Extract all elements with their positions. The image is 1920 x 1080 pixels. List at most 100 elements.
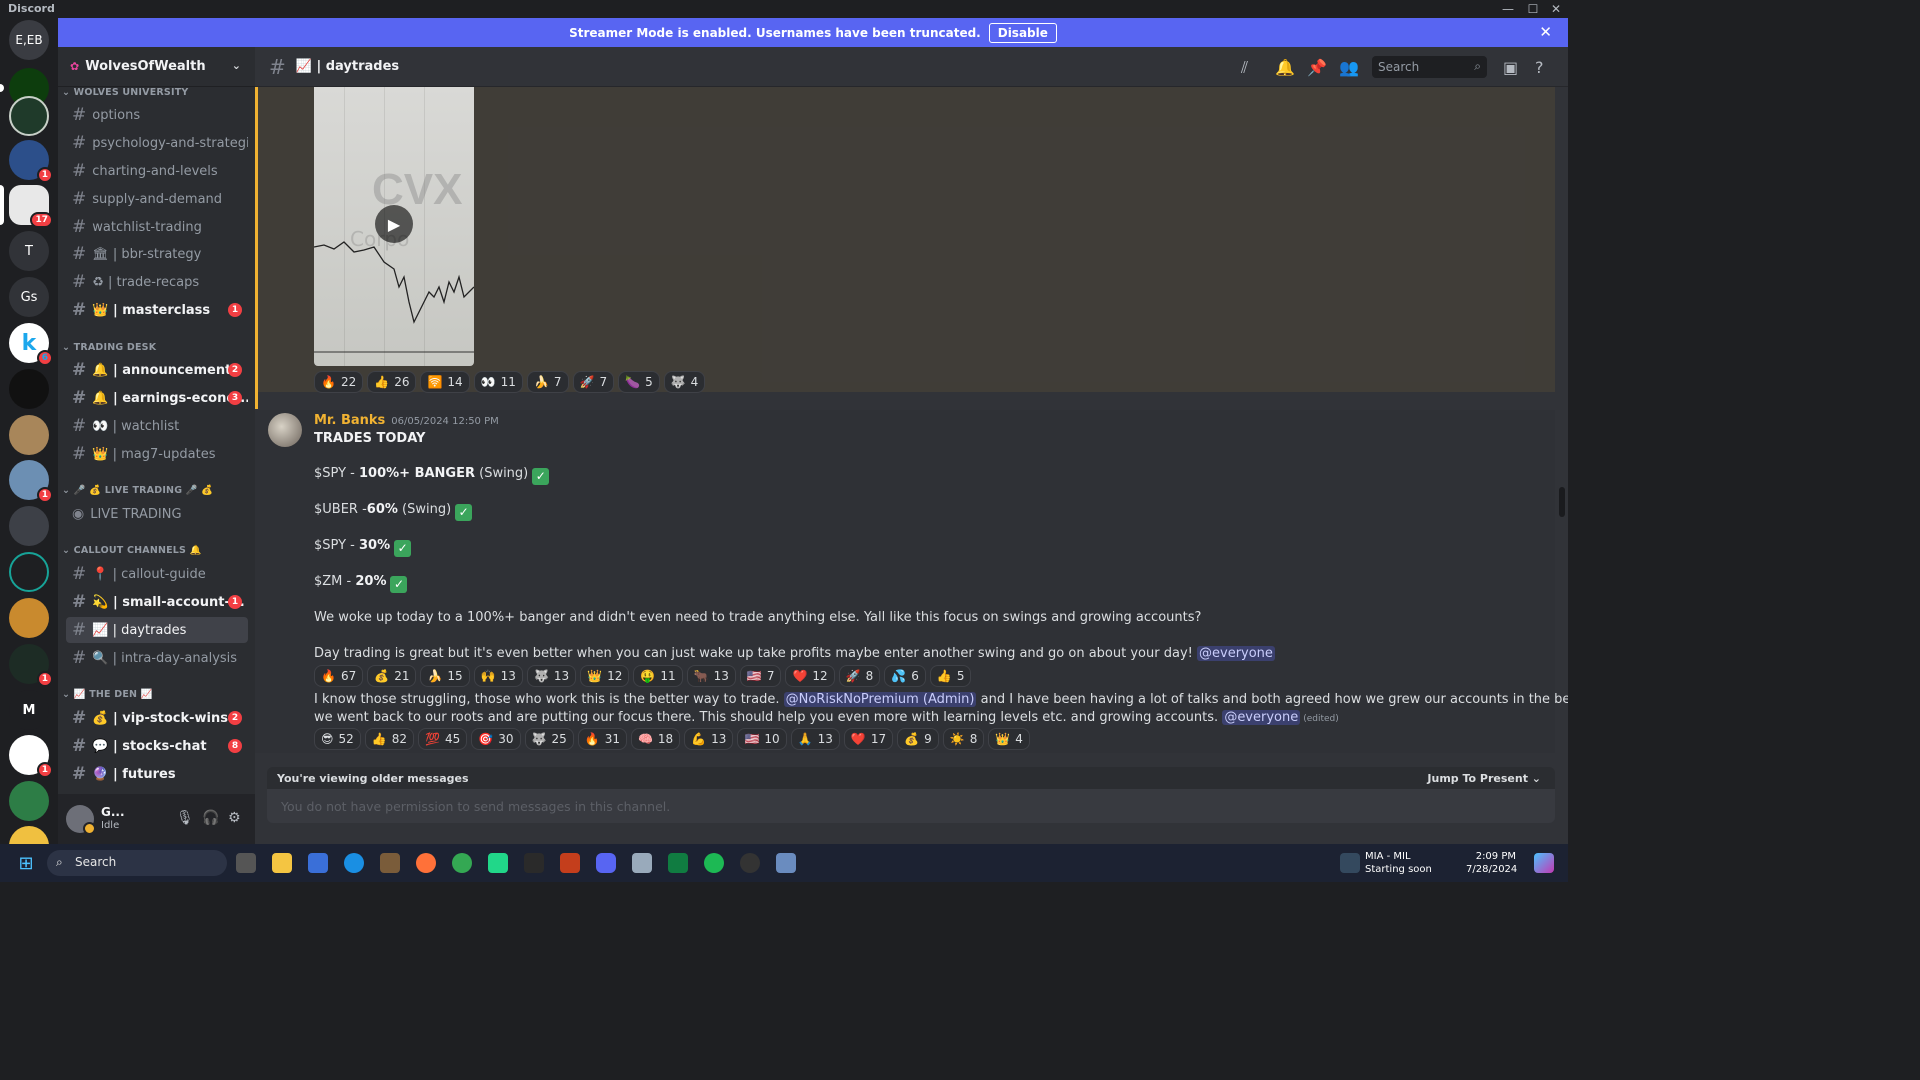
channel-vip-stock-wins[interactable]: # 💰 | vip-stock-wins 2	[66, 705, 248, 731]
reaction-button[interactable]: 🙏 13	[790, 728, 840, 750]
reaction-button[interactable]: 👍 26	[367, 371, 417, 393]
store-icon[interactable]	[308, 853, 328, 873]
reaction-button[interactable]: 🍌 7	[526, 371, 569, 393]
guild-header[interactable]: ✿ WolvesOfWealth ⌄	[58, 47, 255, 87]
inbox-icon[interactable]: ▣	[1503, 58, 1518, 77]
reaction-button[interactable]: ❤️ 12	[785, 665, 835, 687]
category-callout-channels[interactable]: ⌄ CALLOUT CHANNELS 🔔	[62, 545, 202, 556]
reaction-button[interactable]: 🔥 67	[314, 665, 364, 687]
reaction-button[interactable]: 🐺 13	[526, 665, 577, 687]
task-view-icon[interactable]	[236, 853, 256, 873]
reaction-button[interactable]: 💰 21	[367, 665, 417, 687]
server-icon[interactable]	[9, 552, 49, 592]
threads-icon[interactable]: ⫽	[1241, 58, 1248, 78]
members-icon[interactable]: 👥	[1339, 58, 1359, 77]
reaction-button[interactable]: 🧠 18	[630, 728, 681, 750]
snipping-tool-icon[interactable]	[632, 853, 652, 873]
reaction-button[interactable]: 🍆 5	[618, 371, 660, 393]
reaction-button[interactable]: 🚀 7	[572, 371, 615, 393]
spotify-icon[interactable]	[704, 853, 724, 873]
play-icon[interactable]: ▶	[375, 205, 413, 243]
excel-icon[interactable]	[668, 853, 688, 873]
reaction-button[interactable]: 🔥 22	[314, 371, 364, 393]
reaction-button[interactable]: 🔥 31	[577, 728, 627, 750]
message-author[interactable]: Mr. Banks 06/05/2024 12:50 PM	[314, 413, 499, 428]
everyone-mention[interactable]: @everyone	[1222, 710, 1301, 725]
server-icon[interactable]	[9, 598, 49, 638]
file-explorer-icon[interactable]	[272, 853, 292, 873]
server-icon[interactable]	[9, 415, 49, 455]
category-wolves-university[interactable]: ⌄ WOLVES UNIVERSITY	[62, 87, 188, 98]
avatar[interactable]	[66, 805, 96, 835]
reaction-button[interactable]: 🐺 25	[524, 728, 574, 750]
channel-callout-guide[interactable]: # 📍 | callout-guide	[66, 561, 248, 587]
channel-live-trading-stage[interactable]: ◉ LIVE TRADING	[66, 501, 248, 527]
reaction-button[interactable]: 🚀 8	[838, 665, 881, 687]
reaction-button[interactable]: 🐂 13	[686, 665, 736, 687]
channel-daytrades[interactable]: # 📈 | daytrades	[66, 617, 248, 643]
channel-psychology[interactable]: # psychology-and-strategi...	[66, 130, 248, 156]
server-icon[interactable]: 1	[9, 140, 53, 183]
reaction-button[interactable]: 🍌 15	[420, 665, 470, 687]
reaction-button[interactable]: 👑 12	[580, 665, 630, 687]
category-live-trading[interactable]: ⌄ 🎤 💰 LIVE TRADING 🎤 💰	[62, 485, 213, 496]
scrollbar[interactable]	[1559, 487, 1565, 517]
category-the-den[interactable]: ⌄ 📈 THE DEN 📈	[62, 689, 153, 700]
copilot-icon[interactable]	[1534, 853, 1554, 873]
channel-announcements[interactable]: # 🔔 | announcements 2	[66, 357, 248, 383]
channel-trade-recaps[interactable]: # ♻ | trade-recaps	[66, 269, 248, 295]
server-icon[interactable]: k6	[9, 323, 53, 366]
windows-start-icon[interactable]: ⊞	[16, 853, 36, 874]
reaction-button[interactable]: 💯 45	[418, 728, 468, 750]
disable-streamer-button[interactable]: Disable	[988, 22, 1057, 43]
reaction-button[interactable]: 💰 9	[897, 728, 939, 750]
channel-intraday-analysis[interactable]: # 🔍 | intra-day-analysis	[66, 645, 248, 671]
reaction-button[interactable]: 🎯 30	[471, 728, 521, 750]
channel-futures[interactable]: # 🔮 | futures	[66, 761, 248, 787]
close-window-button[interactable]: ✕	[1544, 0, 1568, 18]
reaction-button[interactable]: 🐺 4	[663, 371, 706, 393]
firefox-icon[interactable]	[416, 853, 436, 873]
reaction-button[interactable]: 😎 52	[314, 728, 361, 750]
server-icon[interactable]	[9, 506, 49, 546]
server-icon[interactable]	[9, 369, 49, 409]
steam-icon[interactable]	[740, 853, 760, 873]
pin-icon[interactable]: 📌	[1307, 58, 1327, 77]
gear-icon[interactable]: ⚙	[228, 810, 241, 826]
weather-widget[interactable]: MIA - MIL Starting soon	[1365, 850, 1432, 876]
server-icon[interactable]: E,EB	[9, 20, 49, 60]
channel-small-account[interactable]: # 💫 | small-account-... 1	[66, 589, 248, 615]
reaction-button[interactable]: 💦 6	[884, 665, 926, 687]
reaction-button[interactable]: 💪 13	[684, 728, 734, 750]
channel-stocks-chat[interactable]: # 💬 | stocks-chat 8	[66, 733, 248, 759]
microphone-icon[interactable]: 🎙	[176, 810, 194, 826]
server-icon[interactable]: 1	[9, 735, 53, 778]
user-info[interactable]: G... Idle	[101, 806, 125, 832]
channel-watchlist[interactable]: # 👀 | watchlist	[66, 413, 248, 439]
reaction-button[interactable]: 👍 82	[364, 728, 415, 750]
channel-supply[interactable]: # supply-and-demand	[66, 186, 248, 212]
discord-icon[interactable]	[596, 853, 616, 873]
channel-watchlist-trading[interactable]: # watchlist-trading	[66, 214, 248, 240]
reaction-button[interactable]: ❤️ 17	[843, 728, 894, 750]
chrome-icon[interactable]	[452, 853, 472, 873]
reaction-button[interactable]: 🛜 14	[420, 371, 470, 393]
channel-masterclass[interactable]: # 👑 | masterclass 1	[66, 297, 248, 323]
minimize-button[interactable]: —	[1496, 0, 1520, 18]
channel-earnings[interactable]: # 🔔 | earnings-econo... 3	[66, 385, 248, 411]
avatar[interactable]	[268, 413, 302, 447]
edge-icon[interactable]	[344, 853, 364, 873]
reaction-button[interactable]: 👑 4	[988, 728, 1030, 750]
video-attachment[interactable]: CVX Corpo ▶	[314, 87, 474, 366]
app-icon[interactable]	[776, 853, 796, 873]
bell-icon[interactable]: 🔔	[1275, 58, 1295, 77]
channel-charting[interactable]: # charting-and-levels	[66, 158, 248, 184]
server-icon[interactable]: T	[9, 231, 49, 271]
reaction-button[interactable]: 👀 11	[473, 371, 523, 393]
headphones-icon[interactable]: 🎧	[202, 810, 219, 826]
everyone-mention[interactable]: @everyone	[1197, 646, 1275, 661]
jump-to-present-button[interactable]: Jump To Present ⌄	[1427, 772, 1541, 785]
reaction-button[interactable]: 👍 5	[929, 665, 972, 687]
server-icon[interactable]: M	[9, 690, 49, 730]
server-icon[interactable]	[9, 96, 49, 136]
